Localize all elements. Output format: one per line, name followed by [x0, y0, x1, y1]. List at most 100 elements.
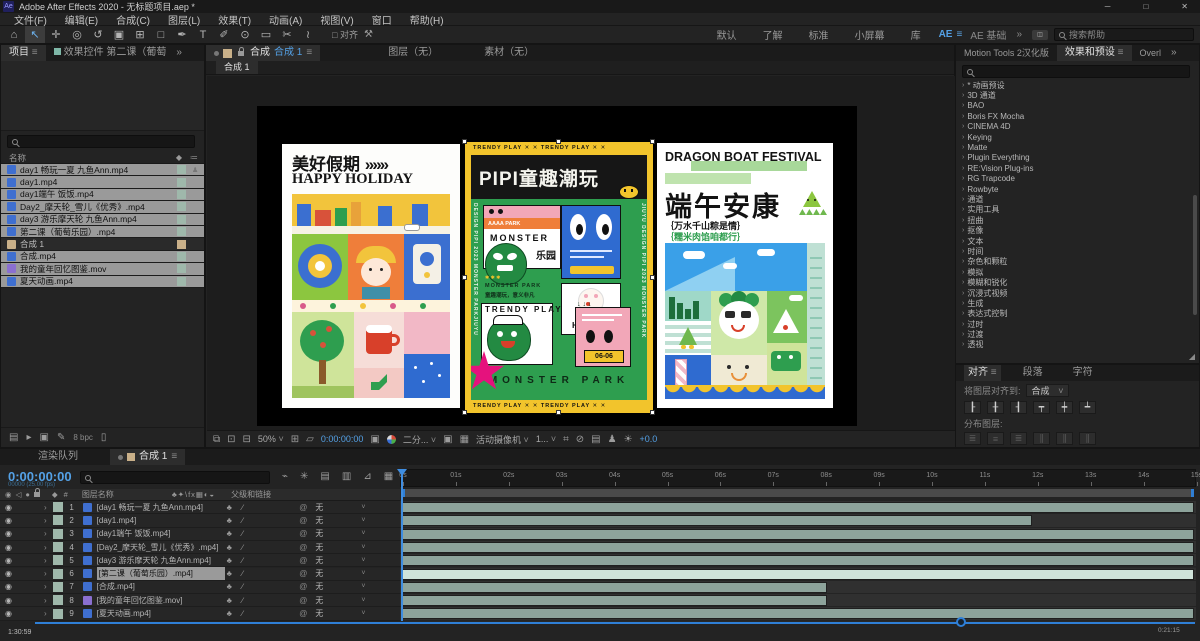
camera-dropdown[interactable]: 活动摄像机 ˅ [476, 433, 529, 446]
composition-mini-flowchart-icon[interactable]: ⌁ [282, 471, 288, 482]
sync-settings-icon[interactable]: ◫ [1032, 29, 1048, 40]
reset-exposure-icon[interactable]: ☀ [624, 434, 633, 445]
selection-tool[interactable]: ↖ [25, 26, 45, 43]
motion-blur-icon[interactable]: ▥ [342, 471, 351, 482]
parent-pickwhip-icon[interactable]: @ [299, 556, 307, 565]
layer-color-chip[interactable] [52, 581, 63, 592]
home-tool[interactable]: ⌂ [4, 26, 24, 43]
parent-pickwhip-icon[interactable]: @ [299, 543, 307, 552]
workspace-1[interactable]: 了解 [763, 27, 783, 42]
tab-footage[interactable]: 素材（无） [476, 45, 542, 61]
layer-color-chip[interactable] [52, 542, 63, 553]
quality-switch-icon[interactable]: ♣ [227, 529, 232, 538]
preview-time-display[interactable]: 0:00:00:00 [321, 434, 364, 444]
layer-color-chip[interactable] [52, 555, 63, 566]
tab-render-queue[interactable]: 渲染队列 [30, 449, 86, 465]
menubar-item[interactable]: 合成(C) [108, 12, 158, 27]
parent-dropdown-icon[interactable]: ˅ [361, 530, 365, 537]
label-color-chip[interactable] [177, 239, 186, 249]
quality-switch-icon[interactable]: ♣ [227, 582, 232, 591]
layer-duration-bar[interactable] [402, 608, 1194, 620]
eye-icon[interactable]: ◉ [5, 516, 12, 525]
roto-brush-tool[interactable]: ✂ [277, 26, 297, 43]
quality-switch-icon[interactable]: ♣ [227, 596, 232, 605]
effects-category[interactable]: › Keying [956, 132, 1199, 142]
project-item[interactable]: 第二课（葡萄乐园）.mp4 ♟ [1, 225, 204, 239]
timeline-layer-row[interactable]: ◉ › 8 [我的童年回忆图鉴.mov] ♣ ∕ @ 无 ˅ [0, 594, 400, 608]
tab-motion-tools[interactable]: Motion Tools 2汉化版 [956, 45, 1057, 61]
effects-category[interactable]: › 模糊和锐化 [956, 277, 1199, 287]
panel-overflow-icon[interactable]: » [174, 45, 184, 61]
fx-switch-icon[interactable]: ∕ [242, 609, 243, 618]
quality-switch-icon[interactable]: ♣ [227, 569, 232, 578]
effects-category[interactable]: › 通道 [956, 194, 1199, 204]
type-tool[interactable]: T [193, 26, 213, 43]
comp-subtab[interactable]: 合成 1 [216, 61, 258, 74]
interpret-footage-icon[interactable]: ▤ [9, 432, 18, 443]
parent-dropdown-icon[interactable]: ˅ [361, 544, 365, 551]
pan-behind-tool[interactable]: ⊞ [130, 26, 150, 43]
comment-column-icon[interactable]: ≔ [190, 153, 198, 162]
parent-dropdown-icon[interactable]: ˅ [361, 504, 365, 511]
distribute-right-button[interactable]: ∥ [1079, 432, 1096, 445]
effects-category[interactable]: › 时间 [956, 246, 1199, 256]
layer-color-chip[interactable] [52, 595, 63, 606]
shape-tool[interactable]: □ [151, 26, 171, 43]
project-item[interactable]: 合成.mp4 ♟ [1, 250, 204, 264]
pen-tool[interactable]: ✒ [172, 26, 192, 43]
workspace-4[interactable]: 库 [911, 27, 921, 42]
layer-duration-bar[interactable] [402, 528, 1194, 540]
eye-icon[interactable]: ◉ [5, 582, 12, 591]
align-top-button[interactable]: ┯ [1033, 401, 1050, 414]
clone-stamp-tool[interactable]: ⊙ [235, 26, 255, 43]
effects-category[interactable]: › 过渡 [956, 329, 1199, 339]
menubar-item[interactable]: 窗口 [364, 12, 400, 27]
timeline-search-input[interactable] [80, 471, 270, 484]
parent-pickwhip-icon[interactable]: @ [299, 609, 307, 618]
eye-icon[interactable]: ◉ [5, 556, 12, 565]
eye-icon[interactable]: ◉ [5, 503, 12, 512]
view-layout-dropdown[interactable]: 1... ˅ [536, 434, 556, 444]
eraser-tool[interactable]: ▭ [256, 26, 276, 43]
parent-dropdown-icon[interactable]: ˅ [361, 570, 365, 577]
poster-pipi-trendy-play[interactable]: TRENDY PLAY ✕ ✕ TRENDY PLAY ✕ ✕ PIPI童趣潮玩… [462, 139, 655, 415]
tab-effect-controls[interactable]: 效果控件 第二课（葡萄 [46, 45, 175, 61]
effects-category[interactable]: › 过时 [956, 319, 1199, 329]
selection-handle[interactable] [462, 139, 467, 144]
lock-icon[interactable] [238, 46, 244, 56]
fx-switch-icon[interactable]: ∕ [242, 529, 243, 538]
timeline-layer-row[interactable]: ◉ › 7 [合成.mp4] ♣ ∕ @ 无 ˅ [0, 580, 400, 595]
project-item[interactable]: 我的童年回忆图鉴.mov ♟ [1, 263, 204, 276]
layer-duration-bar[interactable] [402, 541, 1194, 553]
parent-value[interactable]: 无 [315, 581, 323, 592]
effects-category[interactable]: › 模拟 [956, 267, 1199, 277]
fx-switch-icon[interactable]: ∕ [242, 503, 243, 512]
tab-effects-presets[interactable]: 效果和预设 ≡ [1056, 45, 1132, 61]
panel-overflow-icon[interactable]: » [1169, 45, 1179, 61]
workspace-0[interactable]: 默认 [717, 27, 737, 42]
tab-project[interactable]: 项目 ≡ [1, 45, 46, 61]
horizontal-scrollbar[interactable] [35, 622, 1195, 624]
effects-category[interactable]: › 表达式控制 [956, 309, 1199, 319]
align-bottom-button[interactable]: ┷ [1079, 401, 1096, 414]
always-preview-icon[interactable]: ⧉ [213, 434, 220, 445]
label-color-chip[interactable] [177, 276, 186, 286]
maximize-button[interactable]: □ [1129, 2, 1162, 11]
effects-category[interactable]: › 沉浸式视频 [956, 288, 1199, 298]
twirl-icon[interactable]: › [44, 503, 47, 512]
twirl-icon[interactable]: › [44, 556, 47, 565]
effects-scrollbar[interactable] [1193, 195, 1197, 315]
fx-switch-icon[interactable]: ∕ [242, 516, 243, 525]
effects-category[interactable]: › 杂色和颗粒 [956, 257, 1199, 267]
tab-character[interactable]: 字符 [1065, 365, 1101, 381]
fx-switch-icon[interactable]: ∕ [242, 543, 243, 552]
hand-tool[interactable]: ✛ [46, 26, 66, 43]
parent-dropdown-icon[interactable]: ˅ [361, 597, 365, 604]
work-area-bar[interactable] [402, 489, 1194, 497]
puppet-pin-tool[interactable]: ≀ [298, 26, 318, 43]
flowchart-icon[interactable]: ♟ [608, 434, 617, 445]
align-horizontal-center-button[interactable]: ╂ [987, 401, 1004, 414]
label-color-chip[interactable] [177, 189, 186, 199]
effects-category[interactable]: › * 动画预设 [956, 80, 1199, 90]
distribute-left-button[interactable]: ∥ [1033, 432, 1050, 445]
